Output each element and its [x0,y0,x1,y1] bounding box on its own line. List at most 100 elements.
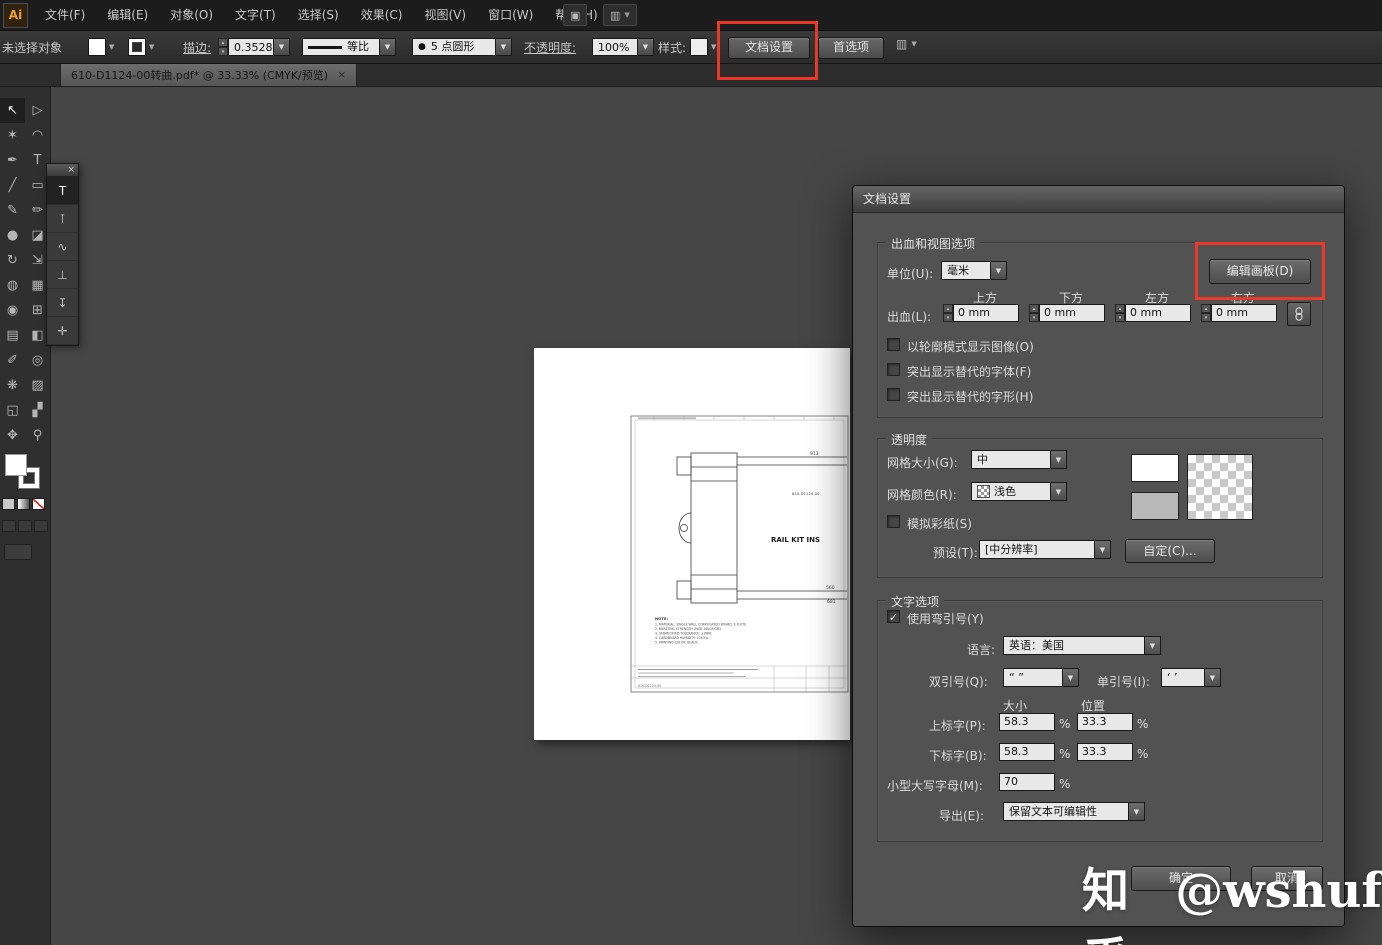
transparency-white-swatch[interactable] [1131,454,1179,482]
app-logo[interactable]: Ai [3,2,28,28]
opacity-control[interactable]: 100% ▼ [592,38,654,56]
chevron-down-icon[interactable]: ▼ [1144,636,1161,655]
draw-inside-icon[interactable] [34,520,48,532]
width-profile-dropdown[interactable]: ▼ [380,38,396,56]
artboard-tool[interactable]: ◱ [0,398,25,423]
width-profile-control[interactable]: 等比 ▼ [302,38,396,56]
stroke-weight-dropdown[interactable]: ▼ [274,38,290,56]
dialog-title-bar[interactable]: 文档设置 [853,186,1344,213]
color-button[interactable] [2,498,15,510]
type-tool[interactable]: T [47,177,78,205]
superscript-size-field[interactable]: 58.3 [999,713,1055,731]
draw-behind-icon[interactable] [18,520,32,532]
bleed-bottom-field[interactable]: 0 mm [1039,304,1105,322]
chevron-down-icon[interactable]: ▼ [109,43,114,51]
menu-window[interactable]: 窗口(W) [477,0,544,30]
language-select[interactable]: 英语：美国 ▼ [1003,636,1161,655]
menu-view[interactable]: 视图(V) [413,0,477,30]
bleed-top-field[interactable]: 0 mm [953,304,1019,322]
menu-object[interactable]: 对象(O) [159,0,224,30]
chevron-down-icon[interactable]: ▼ [911,40,916,48]
magic-wand-tool[interactable]: ✶ [0,123,25,148]
panel-options-control[interactable]: ▥ ▼ [896,37,917,51]
menu-effect[interactable]: 效果(C) [350,0,414,30]
brush-dropdown[interactable]: ▼ [496,38,512,56]
menu-file[interactable]: 文件(F) [34,0,96,30]
stroke-panel-link[interactable]: 描边: [183,39,211,56]
chevron-down-icon[interactable]: ▼ [1050,450,1067,469]
bleed-right-field[interactable]: 0 mm [1211,304,1277,322]
menu-type[interactable]: 文字(T) [224,0,287,30]
opacity-dropdown[interactable]: ▼ [638,38,654,56]
substituted-glyphs-checkbox[interactable] [887,388,900,401]
subscript-position-field[interactable]: 33.3 [1077,743,1133,761]
paintbrush-tool[interactable]: ✎ [0,198,25,223]
chevron-down-icon[interactable]: ▼ [1050,482,1067,501]
selection-tool[interactable]: ↖ [0,98,25,123]
subscript-size-field[interactable]: 58.3 [999,743,1055,761]
zoom-tool[interactable]: ⚲ [25,423,50,448]
spin-down-icon[interactable]: ▾ [218,47,228,56]
custom-button[interactable]: 自定(C)... [1125,539,1215,563]
bleed-bottom-stepper[interactable]: ▴ ▾ [1029,304,1039,322]
document-tab[interactable]: 610-D1124-00转曲.pdf* @ 33.33% (CMYK/预览) × [60,63,358,86]
hand-tool[interactable]: ✥ [0,423,25,448]
width-tool[interactable]: ◍ [0,273,25,298]
brush-field[interactable]: ● 5 点圆形 [412,38,496,56]
chevron-down-icon[interactable]: ▼ [711,43,716,51]
chevron-down-icon[interactable]: ▼ [1204,668,1221,687]
blend-tool[interactable]: ◎ [25,348,50,373]
close-icon[interactable]: × [337,68,346,81]
rotate-tool[interactable]: ↻ [0,248,25,273]
launch-bridge-icon[interactable]: ▣ [563,4,588,26]
opacity-panel-link[interactable]: 不透明度: [524,39,576,56]
preset-select[interactable]: [中分辨率] ▼ [979,540,1111,559]
direct-selection-tool[interactable]: ▷ [25,98,50,123]
close-icon[interactable]: × [64,165,78,175]
arrange-documents-icon[interactable]: ▥ ▼ [603,4,637,26]
draw-normal-icon[interactable] [2,520,16,532]
bleed-left-stepper[interactable]: ▴ ▾ [1115,304,1125,322]
artboard[interactable]: 913 610-D1124-00 RAIL KIT INS 560 681 NO… [534,348,850,740]
brush-control[interactable]: ● 5 点圆形 ▼ [412,38,512,56]
bleed-left-field[interactable]: 0 mm [1125,304,1191,322]
column-graph-tool[interactable]: ▨ [25,373,50,398]
chevron-down-icon[interactable]: ▼ [1062,668,1079,687]
opacity-field[interactable]: 100% [592,38,638,56]
grid-color-select[interactable]: 浅色 ▼ [971,482,1067,501]
chevron-down-icon[interactable]: ▼ [149,43,154,51]
gradient-button[interactable] [17,498,30,510]
palette-title-bar[interactable]: × [47,164,78,177]
slice-tool[interactable]: ▞ [25,398,50,423]
fill-color-swatch[interactable] [5,454,27,476]
fill-color-control[interactable]: ▼ [88,38,114,56]
area-type-tool[interactable]: ⊺ [47,205,78,233]
style-control[interactable]: ▼ [690,38,716,56]
stroke-weight-stepper[interactable]: ▴ ▾ [218,38,228,56]
chevron-down-icon[interactable]: ▼ [990,261,1007,280]
spin-up-icon[interactable]: ▴ [218,38,228,47]
vertical-type-tool[interactable]: ⊥ [47,261,78,289]
blob-brush-tool[interactable]: ● [0,223,25,248]
stroke-weight-field[interactable]: 0.3528 [228,38,274,56]
unit-select[interactable]: 毫米 ▼ [941,261,1007,280]
pen-tool[interactable]: ✒ [0,148,25,173]
touch-type-tool[interactable]: ✛ [47,317,78,345]
menu-edit[interactable]: 编辑(E) [96,0,159,30]
shape-builder-tool[interactable]: ◉ [0,298,25,323]
link-bleed-values-button[interactable] [1287,302,1311,326]
mesh-tool[interactable]: ▤ [0,323,25,348]
symbol-sprayer-tool[interactable]: ❋ [0,373,25,398]
stroke-weight-control[interactable]: ▴ ▾ 0.3528 ▼ [218,38,290,56]
double-quotes-select[interactable]: “ ” ▼ [1003,668,1079,687]
single-quotes-select[interactable]: ‘ ’ ▼ [1161,668,1221,687]
eyedropper-tool[interactable]: ✐ [0,348,25,373]
transparency-gray-swatch[interactable] [1131,492,1179,520]
lasso-tool[interactable]: ◠ [25,123,50,148]
chevron-down-icon[interactable]: ▼ [1128,802,1145,821]
preferences-button[interactable]: 首选项 [818,37,884,59]
vertical-area-type-tool[interactable]: ↧ [47,289,78,317]
small-caps-field[interactable]: 70 [999,773,1055,791]
substituted-fonts-checkbox[interactable] [887,363,900,376]
none-button[interactable] [32,498,45,510]
